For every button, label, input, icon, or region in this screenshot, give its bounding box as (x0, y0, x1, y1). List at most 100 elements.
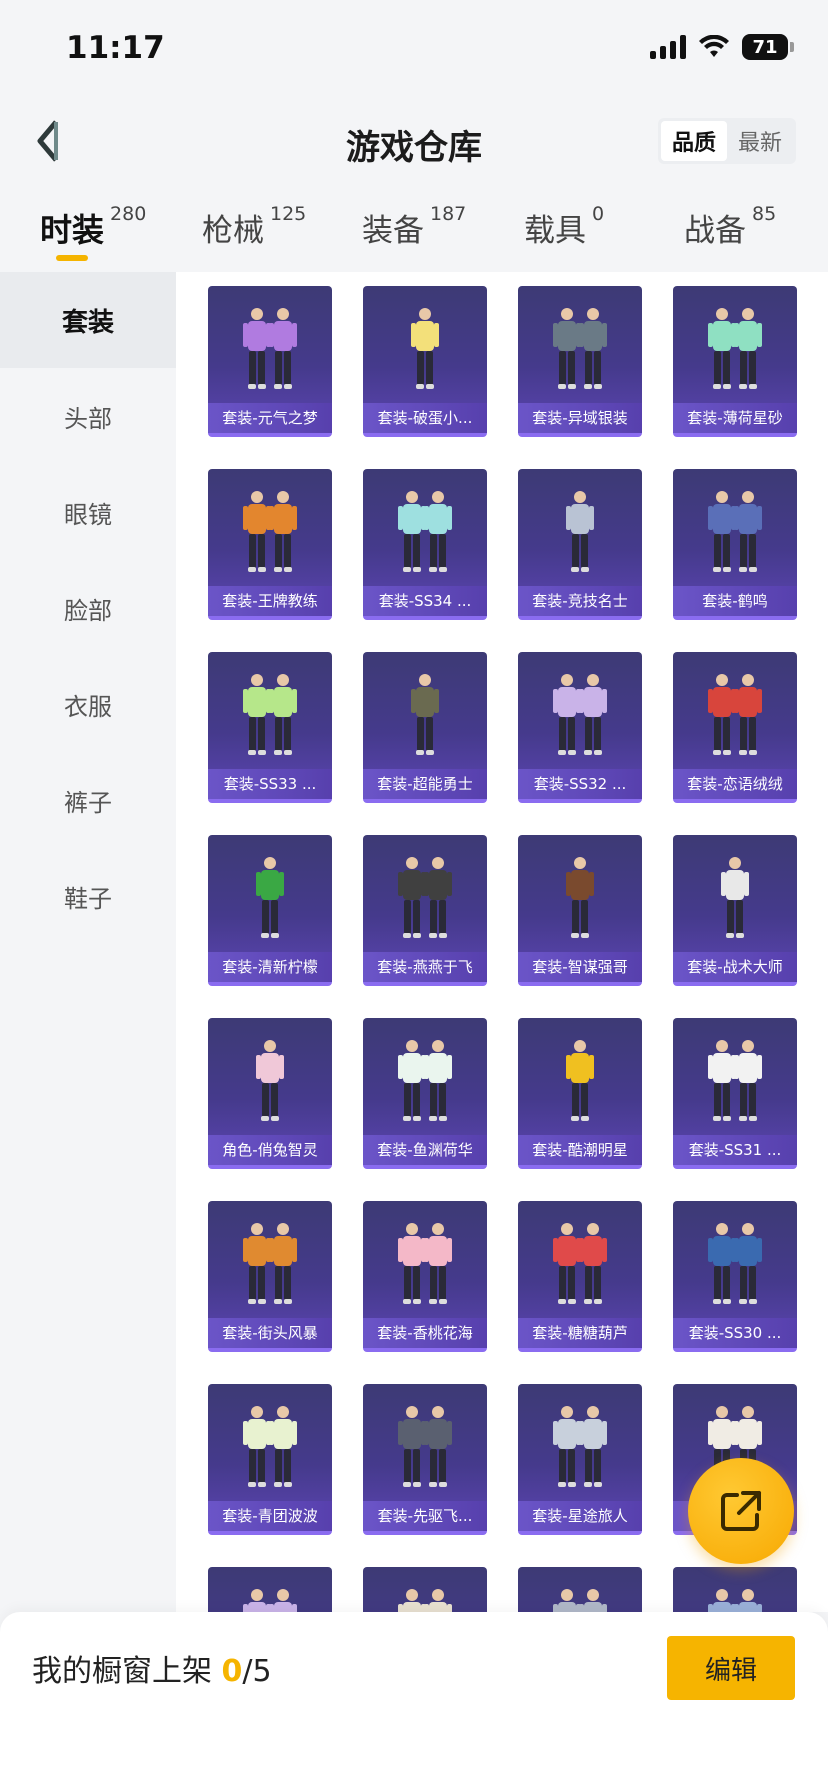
outfit-pair-partial-icon (398, 1589, 452, 1612)
outfit-pair-silver-icon (553, 1406, 607, 1487)
item-card-label: 套装-战术大师 (673, 952, 797, 982)
outfit-pair-teal-icon (398, 491, 452, 572)
item-card-label: 套装-青团波波 (208, 1501, 332, 1531)
bottom-bar: 我的橱窗上架 0/5 编辑 (0, 1612, 828, 1792)
tab-count: 85 (752, 203, 777, 225)
item-grid: 套装-元气之梦 套装-破蛋小... 套装-异域银装 套装-薄荷星砂 套装-王牌教… (208, 286, 797, 1612)
outfit-pair-black-icon (398, 857, 452, 938)
tab-fashion[interactable]: 时装 280 (40, 203, 147, 251)
category-shoes[interactable]: 鞋子 (0, 848, 176, 944)
item-card-label: 套装-超能勇士 (363, 769, 487, 799)
item-card-label: 套装-薄荷星砂 (673, 403, 797, 433)
item-card-label: 套装-清新柠檬 (208, 952, 332, 982)
item-card[interactable]: 套装-青团波波 (208, 1384, 332, 1535)
item-card[interactable]: 套装-SS32 ... (518, 652, 642, 803)
status-time: 11:17 (66, 30, 165, 66)
item-card[interactable]: 套装-恋语绒绒 (673, 652, 797, 803)
battery-icon: 71 (742, 34, 794, 60)
item-card[interactable]: 套装-SS34 ... (363, 469, 487, 620)
wifi-icon (699, 35, 729, 57)
item-card-label: 套装-异域银装 (518, 403, 642, 433)
item-card[interactable]: 套装-鹤鸣 (673, 469, 797, 620)
item-card-label: 套装-街头风暴 (208, 1318, 332, 1348)
item-card[interactable]: 套装-星途旅人 (518, 1384, 642, 1535)
item-card[interactable]: 套装-竞技名士 (518, 469, 642, 620)
category-pants[interactable]: 裤子 (0, 752, 176, 848)
item-card[interactable]: 套装-王牌教练 (208, 469, 332, 620)
item-card[interactable]: 套装-战术大师 (673, 835, 797, 986)
item-card[interactable]: 套装-SS30 ... (673, 1201, 797, 1352)
status-icons: 71 (650, 34, 794, 60)
item-grid-area[interactable]: 套装-元气之梦 套装-破蛋小... 套装-异域银装 套装-薄荷星砂 套装-王牌教… (176, 272, 828, 1612)
category-glasses[interactable]: 眼镜 (0, 464, 176, 560)
item-card-label: 套装-SS31 ... (673, 1135, 797, 1165)
item-card[interactable]: 套装-薄荷星砂 (673, 286, 797, 437)
item-card[interactable]: 角色-俏兔智灵 (208, 1018, 332, 1169)
category-head[interactable]: 头部 (0, 368, 176, 464)
tab-bar: 时装 280 枪械 125 装备 187 载具 0 战备 85 (0, 195, 828, 270)
shelf-label: 我的橱窗上架 (32, 1654, 222, 1689)
item-card[interactable]: 套装-清新柠檬 (208, 835, 332, 986)
tab-vehicles[interactable]: 载具 0 (524, 203, 605, 250)
item-card[interactable]: 套装-SS33 ... (208, 652, 332, 803)
tab-count: 280 (110, 203, 147, 225)
item-card[interactable]: 套装-糖糖葫芦 (518, 1201, 642, 1352)
item-card-label: 套装-糖糖葫芦 (518, 1318, 642, 1348)
item-card[interactable]: 套装-酷潮明星 (518, 1018, 642, 1169)
item-card-label: 套装-SS34 ... (363, 586, 487, 616)
share-button[interactable] (688, 1458, 794, 1564)
item-card-label: 套装-元气之梦 (208, 403, 332, 433)
item-card-label: 套装-SS30 ... (673, 1318, 797, 1348)
item-card-label: 角色-俏兔智灵 (208, 1135, 332, 1165)
item-card-label: 套装-智谋强哥 (518, 952, 642, 982)
item-card[interactable]: 套装-鱼渊荷华 (363, 1018, 487, 1169)
tab-label: 枪械 (202, 213, 264, 249)
share-external-icon (721, 1491, 761, 1531)
outfit-pair-partial-icon (553, 1589, 607, 1612)
item-card[interactable]: 套装-智谋强哥 (518, 835, 642, 986)
item-card-label: 套装-先驱飞... (363, 1501, 487, 1531)
category-clothes[interactable]: 衣服 (0, 656, 176, 752)
outfit-pair-mint-icon (708, 308, 762, 389)
sort-quality-button[interactable]: 品质 (661, 121, 727, 161)
item-card[interactable]: 套装-香桃花海 (363, 1201, 487, 1352)
outfit-yellow-jacket-icon (566, 1040, 594, 1121)
outfit-pair-orange-icon (243, 491, 297, 572)
item-card[interactable] (363, 1567, 487, 1612)
tab-count: 0 (592, 203, 605, 225)
category-face[interactable]: 脸部 (0, 560, 176, 656)
item-card[interactable]: 套装-燕燕于飞 (363, 835, 487, 986)
item-card[interactable]: 套装-异域银装 (518, 286, 642, 437)
item-card[interactable]: 套装-SS31 ... (673, 1018, 797, 1169)
item-card-label: 套装-王牌教练 (208, 586, 332, 616)
outfit-pair-navy-orange-icon (243, 1223, 297, 1304)
item-card[interactable]: 套装-先驱飞... (363, 1384, 487, 1535)
outfit-pair-partial-icon (243, 1589, 297, 1612)
outfit-vest-olive-icon (411, 674, 439, 755)
item-card[interactable]: 套装-街头风暴 (208, 1201, 332, 1352)
item-card-label: 套装-破蛋小... (363, 403, 487, 433)
tab-weapons[interactable]: 枪械 125 (202, 203, 306, 250)
shelf-total: /5 (242, 1654, 272, 1689)
item-card-label: 套装-SS33 ... (208, 769, 332, 799)
item-card[interactable] (673, 1567, 797, 1612)
outfit-pair-pink-icon (398, 1223, 452, 1304)
outfit-pair-lavender-icon (553, 674, 607, 755)
item-card[interactable]: 套装-元气之梦 (208, 286, 332, 437)
edit-button[interactable]: 编辑 (667, 1636, 795, 1700)
character-bunny-icon (256, 1040, 284, 1121)
outfit-pair-white-red2-icon (553, 1223, 607, 1304)
tab-label: 载具 (524, 213, 586, 249)
category-suit[interactable]: 套装 (0, 272, 176, 368)
tab-supplies[interactable]: 战备 85 (684, 203, 777, 250)
item-card-label: 套装-鱼渊荷华 (363, 1135, 487, 1165)
item-card[interactable] (518, 1567, 642, 1612)
item-card[interactable]: 套装-破蛋小... (363, 286, 487, 437)
tab-count: 187 (430, 203, 467, 225)
active-tab-indicator (56, 255, 88, 261)
sort-newest-button[interactable]: 最新 (727, 121, 793, 161)
item-card[interactable]: 套装-超能勇士 (363, 652, 487, 803)
tab-equipment[interactable]: 装备 187 (362, 203, 467, 250)
item-card[interactable] (208, 1567, 332, 1612)
outfit-pair-dark-icon (553, 308, 607, 389)
